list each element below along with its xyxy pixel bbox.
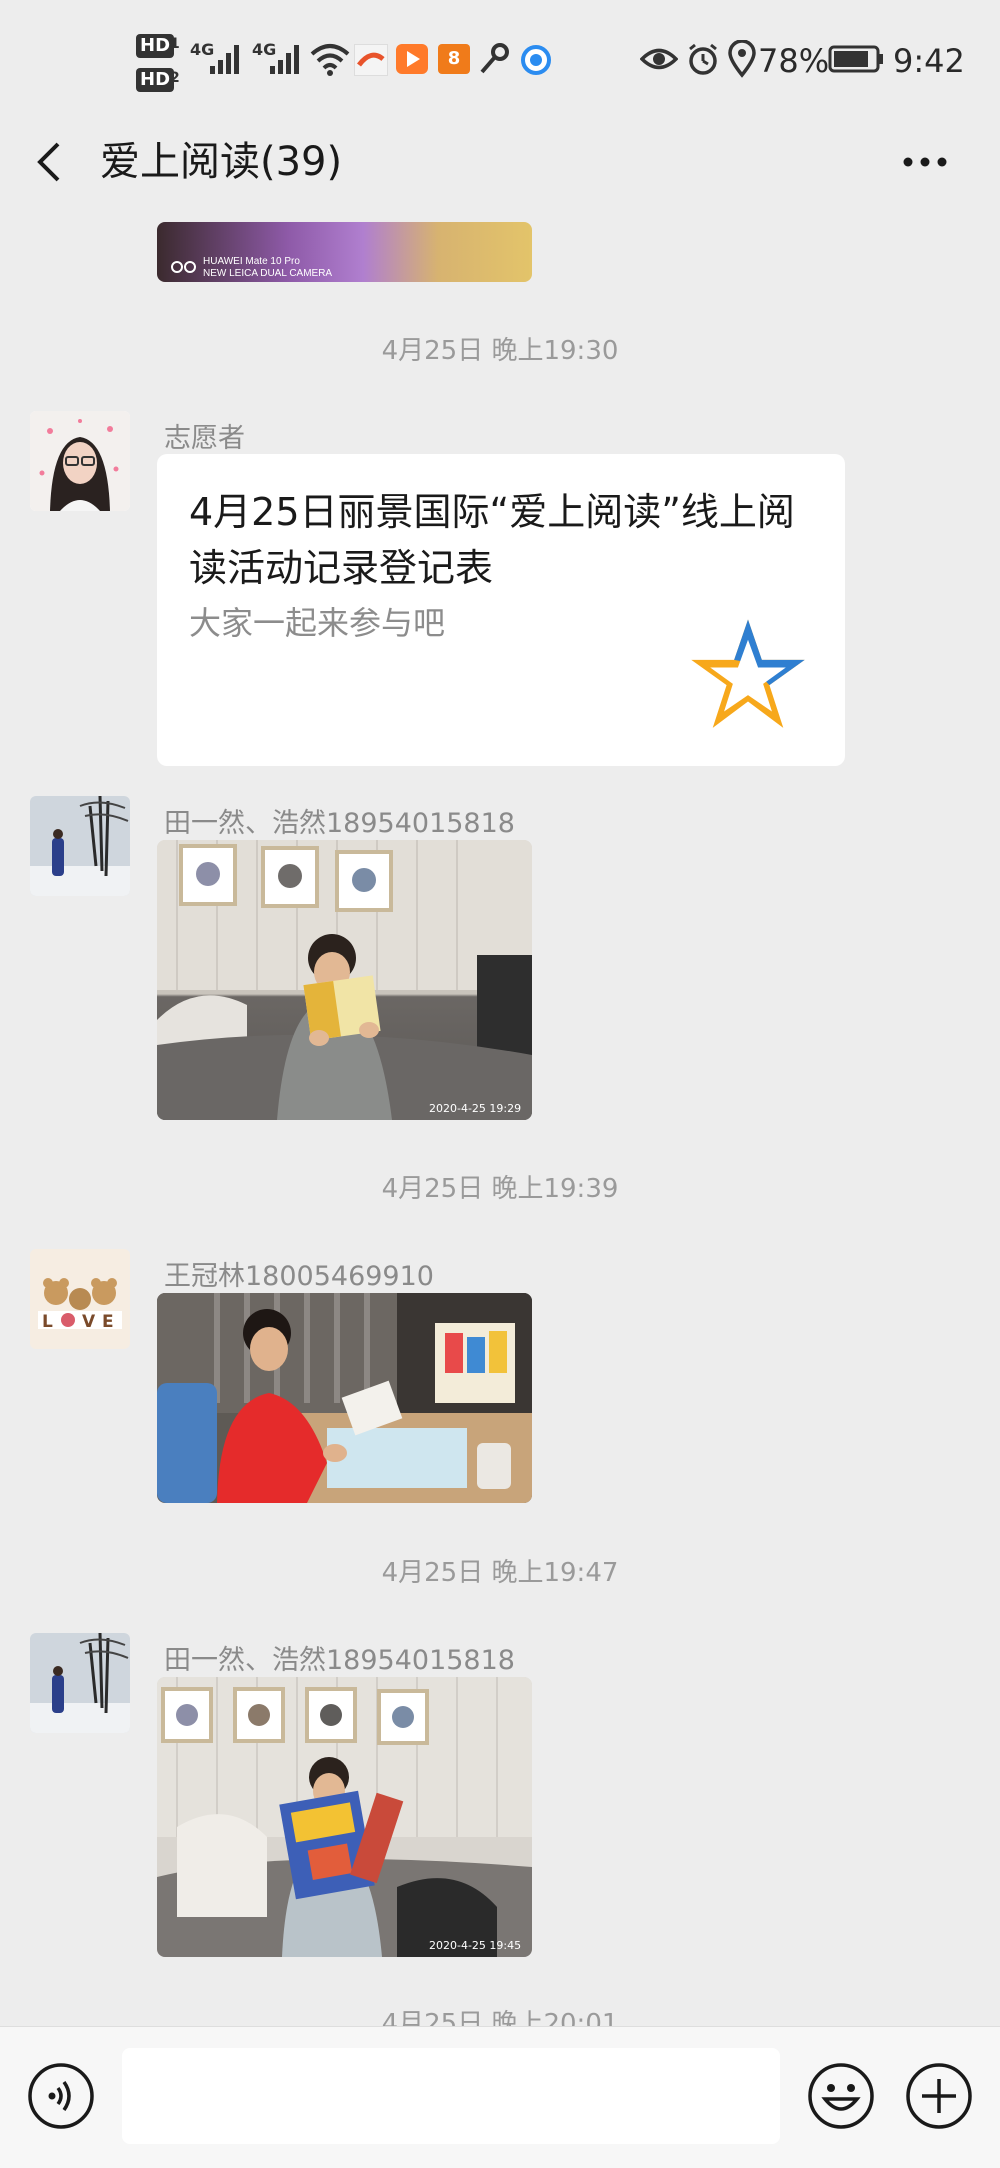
photo-timestamp: 2020-4-25 19:29 (429, 1102, 521, 1115)
more-dots-icon[interactable] (900, 150, 950, 174)
svg-text:L: L (42, 1312, 53, 1332)
chat-title: 爱上阅读(39) (100, 139, 343, 185)
wifi-icon (310, 44, 350, 76)
timestamp: 4月25日 晚上19:30 (381, 336, 619, 366)
chat-image[interactable] (157, 1293, 532, 1503)
clock: 9:42 (893, 42, 965, 80)
photo-timestamp: 2020-4-25 19:45 (429, 1939, 521, 1952)
avatar[interactable] (30, 796, 130, 896)
battery-percent: 78% (758, 42, 830, 80)
app-icon-1 (354, 44, 388, 76)
app-icon-2: 8 (438, 44, 470, 74)
card-desc: 大家一起来参与吧 (189, 604, 446, 642)
chat-image[interactable]: 2020-4-25 19:45 (157, 1677, 532, 1957)
timestamp: 4月25日 晚上19:39 (381, 1174, 619, 1204)
key-icon (480, 43, 509, 74)
message-input[interactable] (122, 2048, 780, 2144)
sender-name: 志愿者 (164, 423, 245, 454)
signal1-icon (210, 45, 239, 74)
browser-icon (521, 45, 551, 75)
plus-icon[interactable] (904, 2061, 974, 2131)
location-icon (728, 40, 756, 78)
svg-text:V: V (82, 1312, 96, 1332)
sender-name: 田一然、浩然18954015818 (164, 1645, 515, 1676)
signal2-icon (270, 45, 299, 74)
voice-icon[interactable] (26, 2061, 96, 2131)
chat-image-partial[interactable]: HUAWEI Mate 10 Pro NEW LEICA DUAL CAMERA (157, 222, 532, 282)
status-bar: HD HD 1 2 4G 4G 8 78% 9:42 (0, 0, 1000, 120)
avatar[interactable] (30, 1633, 130, 1733)
eye-icon (640, 48, 678, 70)
camera-lens-icon (171, 261, 196, 273)
sender-name: 王冠林18005469910 (164, 1261, 434, 1292)
card-title: 4月25日丽景国际“爱上阅读”线上阅读活动记录登记表 (189, 490, 795, 590)
battery-icon (828, 45, 883, 73)
alarm-icon (689, 43, 717, 75)
chat-image[interactable]: 2020-4-25 19:29 (157, 840, 532, 1120)
star-icon (691, 619, 805, 728)
hd2-badge: HD (136, 68, 175, 92)
svg-text:E: E (102, 1312, 114, 1332)
sender-name: 田一然、浩然18954015818 (164, 808, 515, 839)
timestamp: 4月25日 晚上19:47 (381, 1558, 619, 1588)
avatar[interactable]: L V E (30, 1249, 130, 1349)
watermark-line1: HUAWEI Mate 10 Pro (203, 256, 300, 267)
video-app-icon (396, 44, 428, 74)
hd1-badge: HD (136, 34, 175, 58)
chevron-left-icon[interactable] (30, 140, 70, 184)
emoji-icon[interactable] (806, 2061, 876, 2131)
avatar[interactable] (30, 411, 130, 511)
watermark-line2: NEW LEICA DUAL CAMERA (203, 268, 333, 279)
